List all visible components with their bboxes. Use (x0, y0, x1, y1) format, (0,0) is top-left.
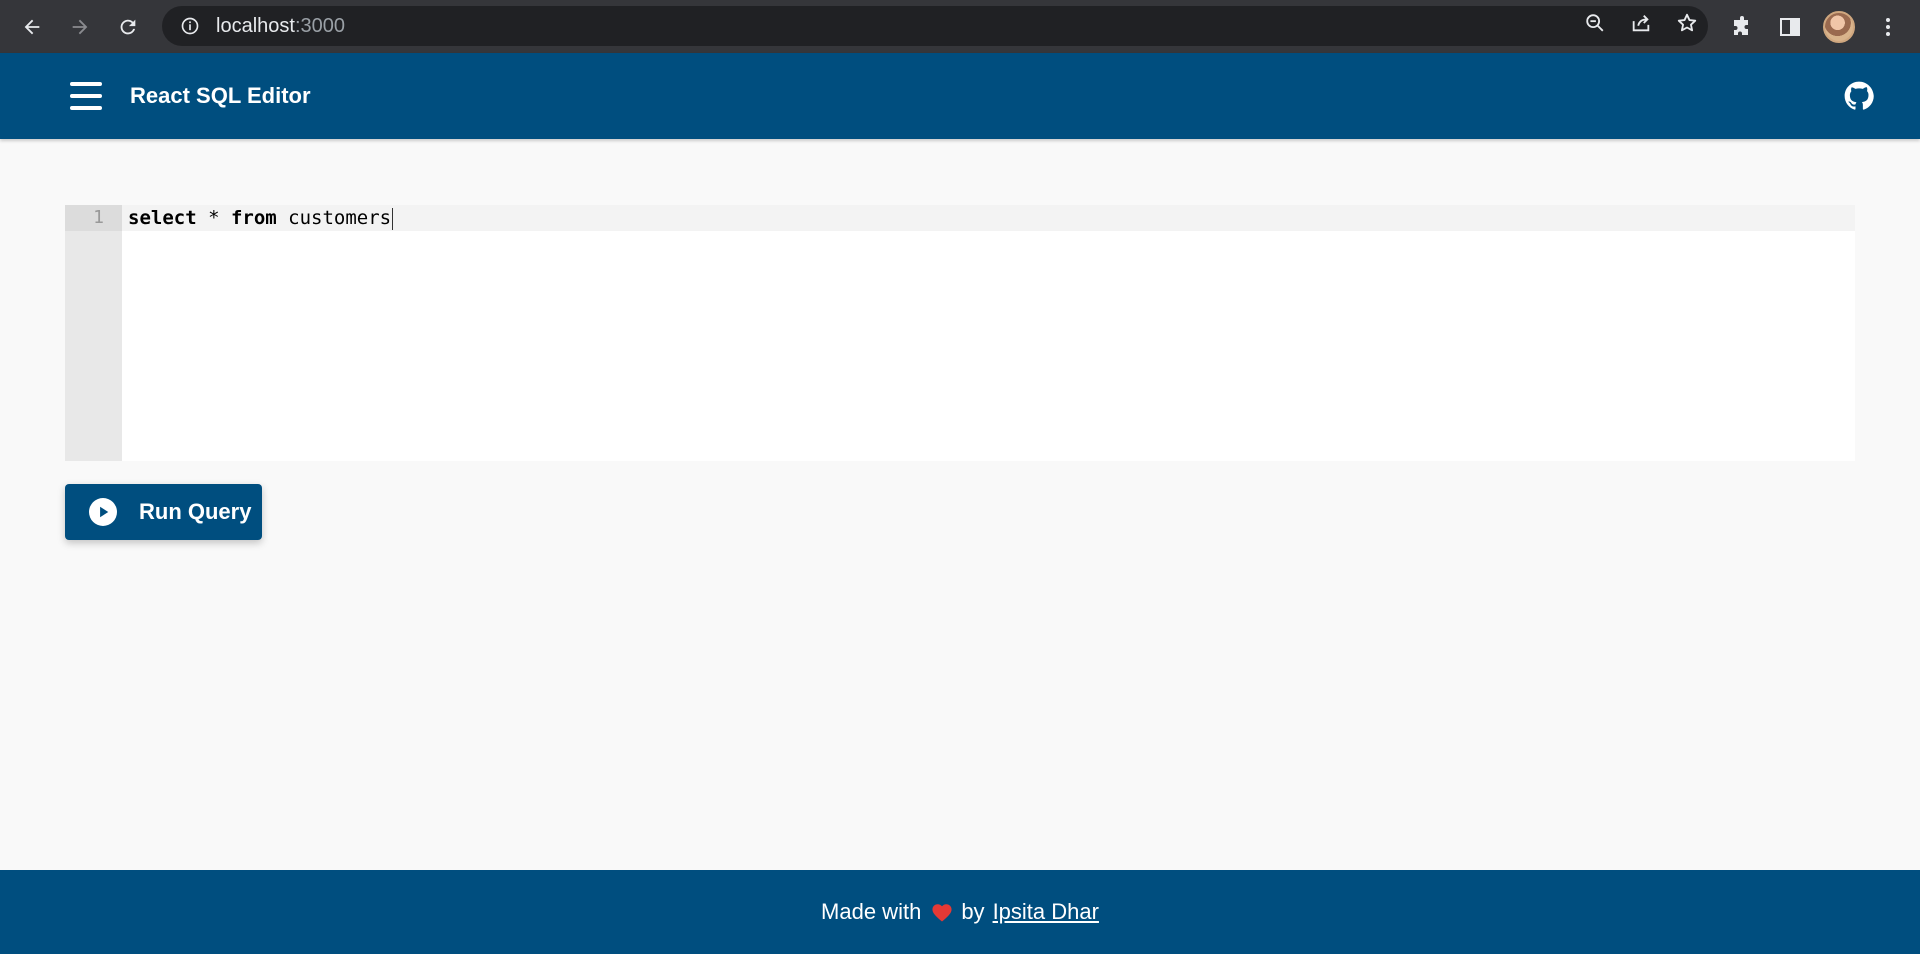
site-info-icon[interactable] (178, 14, 202, 38)
code-area[interactable]: select * from customers (122, 205, 1855, 461)
extensions-icon[interactable] (1730, 0, 1754, 53)
app-title: React SQL Editor (130, 83, 311, 108)
app-header: React SQL Editor (0, 53, 1920, 139)
url-port: :3000 (294, 14, 345, 37)
browser-toolbar: localhost:3000 (0, 0, 1920, 53)
code-text: customers (276, 207, 392, 229)
footer: Made with by Ipsita Dhar (0, 870, 1920, 954)
forward-icon[interactable] (56, 0, 104, 53)
url-text: localhost:3000 (216, 15, 345, 38)
sql-keyword: from (230, 207, 277, 229)
line-number: 1 (65, 205, 122, 231)
side-panel-icon[interactable] (1778, 0, 1802, 53)
reload-icon[interactable] (104, 0, 152, 53)
share-icon[interactable] (1630, 12, 1652, 40)
github-icon[interactable] (1844, 81, 1874, 111)
text-cursor (392, 207, 394, 230)
browser-menu-icon[interactable] (1876, 0, 1900, 53)
bookmark-star-icon[interactable] (1676, 12, 1698, 40)
hamburger-menu-icon[interactable] (70, 82, 102, 110)
profile-avatar[interactable] (1823, 0, 1855, 53)
back-icon[interactable] (8, 0, 56, 53)
run-query-button[interactable]: Run Query (65, 484, 262, 540)
run-query-label: Run Query (139, 499, 252, 524)
author-link[interactable]: Ipsita Dhar (993, 899, 1099, 925)
editor-gutter: 1 (65, 205, 122, 461)
address-bar[interactable]: localhost:3000 (162, 6, 1708, 46)
play-circle-icon (89, 498, 117, 526)
footer-made-with: Made with (821, 899, 922, 924)
sql-keyword: select (128, 207, 197, 229)
sql-editor[interactable]: 1 select * from customers (65, 205, 1855, 461)
url-host: localhost (216, 14, 295, 37)
code-line[interactable]: select * from customers (128, 205, 394, 231)
code-text: * (196, 207, 231, 229)
footer-by: by (961, 899, 985, 924)
heart-icon (932, 904, 952, 922)
zoom-icon[interactable] (1584, 12, 1606, 40)
